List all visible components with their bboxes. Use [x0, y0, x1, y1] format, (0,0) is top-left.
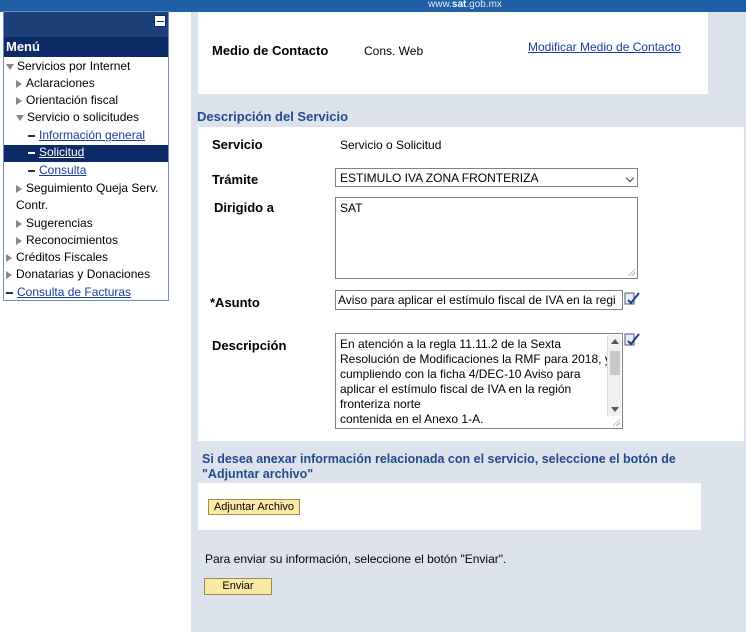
expanded-arrow-icon	[6, 63, 14, 70]
expanded-arrow-icon	[16, 114, 24, 121]
collapse-icon[interactable]	[154, 15, 166, 27]
servicio-value: Servicio o Solicitud	[340, 138, 442, 152]
sidebar-item-sugerencias[interactable]: Sugerencias	[16, 216, 93, 233]
collapsed-arrow-icon	[6, 253, 12, 262]
resize-grip-icon[interactable]	[612, 418, 620, 426]
sidebar-item-consulta[interactable]: Consulta	[28, 163, 86, 180]
site-url: www.sat.gob.mx	[428, 0, 502, 10]
descripcion-label: Descripción	[212, 338, 287, 353]
chevron-down-icon	[625, 173, 635, 183]
spellcheck-icon[interactable]	[624, 332, 640, 348]
resize-grip-icon[interactable]	[627, 268, 635, 276]
dash-icon	[6, 291, 13, 294]
dash-icon	[28, 169, 35, 172]
sidebar-item-aclaraciones[interactable]: Aclaraciones	[16, 76, 95, 93]
sidebar-item-orientacion-fiscal[interactable]: Orientación fiscal	[16, 93, 118, 110]
modify-contact-link[interactable]: Modificar Medio de Contacto	[528, 40, 681, 54]
sidebar-menu: Menú Servicios por Internet Aclaraciones…	[3, 11, 169, 301]
dirigido-label: Dirigido a	[214, 200, 274, 215]
sidebar-item-servicio-solicitudes[interactable]: Servicio o solicitudes	[16, 110, 139, 127]
send-note: Para enviar su información, seleccione e…	[205, 552, 507, 566]
collapsed-arrow-icon	[16, 236, 22, 245]
attach-section-title: Si desea anexar información relacionada …	[202, 452, 676, 481]
sidebar-item-consulta-facturas[interactable]: Consulta de Facturas	[6, 285, 131, 302]
sidebar-item-solicitud[interactable]: Solicitud	[4, 145, 168, 162]
scroll-up-icon[interactable]	[611, 339, 619, 344]
sidebar-item-reconocimientos[interactable]: Reconocimientos	[16, 233, 118, 250]
sidebar-item-seguimiento-queja-line2[interactable]: Contr.	[16, 198, 48, 215]
contact-label: Medio de Contacto	[212, 43, 329, 58]
tramite-select[interactable]: ESTIMULO IVA ZONA FRONTERIZA	[335, 168, 638, 187]
collapsed-arrow-icon	[16, 79, 22, 88]
sidebar-item-informacion-general[interactable]: Información general	[28, 128, 145, 145]
main-content: Medio de Contacto Cons. Web Modificar Me…	[191, 12, 746, 632]
contact-value: Cons. Web	[364, 44, 424, 58]
dirigido-textarea[interactable]: SAT	[335, 197, 638, 279]
contact-panel: Medio de Contacto Cons. Web Modificar Me…	[198, 12, 708, 94]
collapsed-arrow-icon	[6, 270, 12, 279]
collapsed-arrow-icon	[16, 96, 22, 105]
sidebar-item-creditos-fiscales[interactable]: Créditos Fiscales	[6, 250, 108, 267]
collapsed-arrow-icon	[16, 184, 22, 193]
sidebar-item-servicios-internet[interactable]: Servicios por Internet	[6, 59, 130, 76]
service-panel: Servicio Servicio o Solicitud Trámite ES…	[198, 127, 744, 441]
spellcheck-icon[interactable]	[624, 291, 640, 307]
service-section-title: Descripción del Servicio	[197, 109, 349, 124]
descripcion-scrollbar[interactable]	[607, 335, 621, 416]
scroll-down-icon[interactable]	[611, 407, 619, 412]
asunto-label: *Asunto	[210, 295, 260, 310]
sidebar-item-seguimiento-queja[interactable]: Seguimiento Queja Serv.	[16, 181, 159, 198]
collapsed-arrow-icon	[16, 219, 22, 228]
servicio-label: Servicio	[212, 137, 263, 152]
send-button[interactable]: Enviar	[204, 578, 272, 595]
menu-title: Menú	[4, 37, 168, 57]
asunto-input[interactable]: Aviso para aplicar el estímulo fiscal de…	[335, 290, 623, 310]
attach-panel: Adjuntar Archivo	[198, 483, 701, 530]
attach-file-button[interactable]: Adjuntar Archivo	[208, 499, 300, 515]
scroll-thumb[interactable]	[610, 351, 620, 375]
descripcion-textarea[interactable]: En atención a la regla 11.11.2 de la Sex…	[335, 333, 623, 429]
dash-icon	[28, 134, 35, 137]
dash-icon	[28, 151, 35, 154]
sidebar-item-donatarias[interactable]: Donatarias y Donaciones	[6, 267, 150, 284]
tramite-label: Trámite	[212, 172, 259, 187]
sidebar-header	[4, 12, 168, 37]
